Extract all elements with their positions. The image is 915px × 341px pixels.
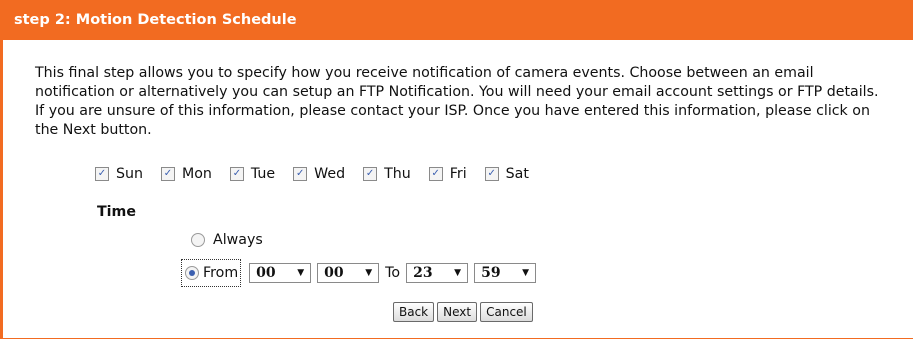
- always-option[interactable]: Always: [191, 232, 263, 248]
- from-minute-select[interactable]: 00 ▼: [317, 263, 380, 283]
- day-sun[interactable]: ✓ Sun: [95, 166, 143, 182]
- day-label: Sun: [116, 166, 143, 182]
- to-label: To: [385, 265, 401, 281]
- to-minute-value: 59: [481, 265, 501, 281]
- chevron-down-icon: ▼: [365, 268, 373, 278]
- from-radio-focus[interactable]: From: [181, 259, 242, 287]
- description-text: This final step allows you to specify ho…: [35, 65, 879, 138]
- from-radio[interactable]: [185, 266, 199, 280]
- checkbox-tue[interactable]: ✓: [229, 167, 244, 181]
- checkbox-sat[interactable]: ✓: [484, 167, 499, 181]
- checkbox-sun[interactable]: ✓: [95, 167, 109, 181]
- checkbox-wed[interactable]: ✓: [293, 167, 308, 181]
- checkbox-thu[interactable]: ✓: [363, 167, 378, 181]
- time-label: Time: [97, 204, 136, 220]
- day-fri[interactable]: ✓ Fri: [428, 166, 467, 182]
- from-hour-select[interactable]: 00 ▼: [249, 263, 312, 283]
- to-hour-select[interactable]: 23 ▼: [406, 263, 469, 283]
- from-hour-value: 00: [256, 265, 276, 281]
- checkbox-fri[interactable]: ✓: [428, 167, 443, 181]
- to-hour-value: 23: [413, 265, 433, 281]
- panel-header: step 2: Motion Detection Schedule: [0, 0, 913, 40]
- from-option: From 00 ▼ 00 ▼ To 23 ▼ 59 ▼: [181, 259, 537, 287]
- motion-detection-schedule-panel: step 2: Motion Detection Schedule This f…: [0, 0, 913, 339]
- cancel-button[interactable]: Cancel: [480, 302, 533, 322]
- checkbox-mon[interactable]: ✓: [161, 167, 175, 181]
- day-label: Tue: [250, 166, 276, 182]
- chevron-down-icon: ▼: [454, 268, 462, 278]
- day-label: Wed: [314, 166, 346, 182]
- day-tue[interactable]: ✓ Tue: [229, 166, 276, 182]
- day-checkboxes: ✓ Sun ✓ Mon ✓ Tue ✓ Wed ✓ Thu ✓ Fri ✓ Sa…: [95, 166, 547, 182]
- to-minute-select[interactable]: 59 ▼: [474, 263, 537, 283]
- day-sat[interactable]: ✓ Sat: [484, 166, 529, 182]
- chevron-down-icon: ▼: [297, 268, 305, 278]
- day-thu[interactable]: ✓ Thu: [363, 166, 411, 182]
- always-radio[interactable]: [191, 233, 205, 247]
- day-label: Mon: [182, 166, 212, 182]
- day-mon[interactable]: ✓ Mon: [161, 166, 212, 182]
- chevron-down-icon: ▼: [522, 268, 530, 278]
- day-label: Fri: [449, 166, 467, 182]
- next-button[interactable]: Next: [437, 302, 478, 322]
- day-wed[interactable]: ✓ Wed: [293, 166, 345, 182]
- button-bar: Back Next Cancel: [393, 302, 536, 322]
- day-label: Sat: [505, 166, 529, 182]
- from-minute-value: 00: [324, 265, 344, 281]
- back-button[interactable]: Back: [393, 302, 435, 322]
- day-label: Thu: [384, 166, 411, 182]
- always-label: Always: [213, 232, 263, 248]
- from-label: From: [203, 265, 239, 281]
